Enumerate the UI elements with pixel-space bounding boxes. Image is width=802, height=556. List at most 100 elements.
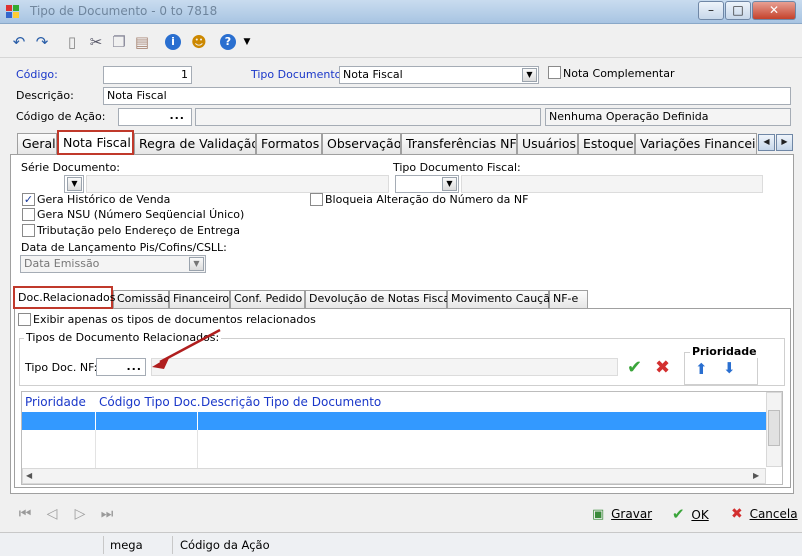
codigo-acao-description xyxy=(195,108,541,126)
tipo-doc-nf-lookup-button[interactable]: ... xyxy=(96,358,146,376)
chevron-down-icon[interactable]: ▼ xyxy=(442,177,457,191)
status-bar: mega Código da Ação xyxy=(0,532,802,556)
last-record-icon[interactable]: ⏭ xyxy=(100,506,114,522)
serie-documento-select[interactable]: ▼ xyxy=(64,175,84,193)
app-logo-icon xyxy=(6,5,20,19)
scroll-left-icon[interactable]: ◀ xyxy=(26,471,32,480)
remove-x-icon[interactable]: ✖ xyxy=(655,359,670,377)
annotation-arrow-icon xyxy=(152,328,221,369)
chevron-down-icon[interactable]: ▼ xyxy=(67,177,82,191)
status-user: mega xyxy=(110,538,143,552)
cancel-x-icon: ✖ xyxy=(731,506,743,522)
copy-icon[interactable]: ❐ xyxy=(110,33,128,51)
title-bar: Tipo de Documento - 0 to 7818 – □ ✕ xyxy=(0,0,802,24)
ok-check-icon: ✔ xyxy=(672,505,685,523)
help-dropdown-icon[interactable]: ▼ xyxy=(238,33,256,51)
prioridade-group-label: Prioridade xyxy=(690,345,759,358)
data-lancamento-value: Data Emissão xyxy=(24,257,100,270)
next-record-icon[interactable]: ▷ xyxy=(73,506,87,522)
first-record-icon[interactable]: ⏮ xyxy=(18,506,32,522)
gera-nsu-label: Gera NSU (Número Seqüencial Único) xyxy=(37,208,245,221)
exibir-apenas-checkbox[interactable] xyxy=(18,313,31,326)
save-icon: ▣ xyxy=(592,507,605,522)
cancela-button[interactable]: ✖ Cancela xyxy=(731,503,798,525)
codigo-field[interactable]: 1 xyxy=(103,66,192,84)
tab-geral[interactable]: Geral xyxy=(17,133,57,154)
tipo-documento-select[interactable]: Nota Fiscal ▼ xyxy=(339,66,539,84)
column-codigo-tipo-doc[interactable]: Código Tipo Doc. xyxy=(99,395,201,409)
column-prioridade[interactable]: Prioridade xyxy=(25,395,86,409)
descricao-label: Descrição: xyxy=(16,89,74,102)
vertical-scrollbar[interactable] xyxy=(766,392,782,467)
descricao-field[interactable]: Nota Fiscal xyxy=(103,87,791,105)
nota-complementar-label: Nota Complementar xyxy=(563,67,675,80)
toolbar: ↶ ↷ ▯ ✂ ❐ ▤ i ☻ ? ▼ xyxy=(0,25,802,56)
column-descricao-tipo-doc[interactable]: Descrição Tipo de Documento xyxy=(201,395,381,409)
gera-nsu-checkbox[interactable] xyxy=(22,208,35,221)
tributacao-label: Tributação pelo Endereço de Entrega xyxy=(37,224,240,237)
close-window-button[interactable]: ✕ xyxy=(752,1,796,20)
arrow-up-icon[interactable]: ⬆ xyxy=(695,362,708,377)
tab-variacoes-financeiras[interactable]: Variações Financeiras xyxy=(635,133,757,154)
codigo-acao-lookup-button[interactable]: ... xyxy=(118,108,192,126)
bloqueia-alteracao-checkbox[interactable] xyxy=(310,193,323,206)
subtab-conf-pedido[interactable]: Conf. Pedido xyxy=(230,290,305,308)
window-title: Tipo de Documento - 0 to 7818 xyxy=(30,4,218,18)
maximize-button[interactable]: □ xyxy=(725,1,751,20)
ok-button[interactable]: ✔ OK xyxy=(672,503,712,525)
tab-estoque[interactable]: Estoque xyxy=(578,133,635,154)
tipo-documento-fiscal-select[interactable]: ▼ xyxy=(395,175,459,193)
chevron-down-icon[interactable]: ▼ xyxy=(189,257,204,271)
tipo-doc-nf-label: Tipo Doc. NF: xyxy=(25,361,98,374)
subtab-financeiro[interactable]: Financeiro xyxy=(169,290,230,308)
confirm-check-icon[interactable]: ✔ xyxy=(627,359,642,377)
serie-documento-label: Série Documento: xyxy=(21,161,121,174)
scrollbar-thumb[interactable] xyxy=(768,410,780,446)
user-icon[interactable]: ☻ xyxy=(190,33,208,51)
tributacao-checkbox[interactable] xyxy=(22,224,35,237)
chevron-down-icon[interactable]: ▼ xyxy=(522,68,537,82)
data-lancamento-label: Data de Lançamento Pis/Cofins/CSLL: xyxy=(21,241,227,254)
cancela-label: Cancela xyxy=(749,507,798,521)
tab-transferencias-nf[interactable]: Transferências NF xyxy=(401,133,517,154)
subtab-movimento-caucao[interactable]: Movimento Caução xyxy=(447,290,557,308)
redo-icon[interactable]: ↷ xyxy=(33,33,51,51)
new-document-icon[interactable]: ▯ xyxy=(63,33,81,51)
cut-icon[interactable]: ✂ xyxy=(87,33,105,51)
horizontal-scrollbar[interactable]: ◀ ▶ xyxy=(22,468,766,484)
subtab-doc-relacionados[interactable]: Doc.Relacionados xyxy=(13,286,115,309)
column-divider xyxy=(197,430,198,468)
paste-icon[interactable]: ▤ xyxy=(133,33,151,51)
table-row[interactable] xyxy=(22,412,766,430)
subtab-comissao[interactable]: Comissão xyxy=(113,290,170,308)
help-icon[interactable]: ? xyxy=(220,34,236,50)
subtab-nfe[interactable]: NF-e xyxy=(549,290,588,308)
tab-scroll-right-icon[interactable]: ▶ xyxy=(776,134,793,151)
data-lancamento-select[interactable]: Data Emissão ▼ xyxy=(20,255,206,273)
divider xyxy=(0,57,802,58)
nota-complementar-checkbox[interactable] xyxy=(548,66,561,79)
gera-historico-label: Gera Histórico de Venda xyxy=(37,193,171,206)
serie-documento-description xyxy=(86,175,389,193)
tab-nota-fiscal[interactable]: Nota Fiscal xyxy=(57,130,134,155)
codigo-acao-label: Código de Ação: xyxy=(16,110,106,123)
subtab-devolucao[interactable]: Devolução de Notas Fiscais xyxy=(305,290,459,308)
scroll-right-icon[interactable]: ▶ xyxy=(753,471,759,480)
minimize-button[interactable]: – xyxy=(698,1,724,20)
gravar-button[interactable]: ▣ Gravar xyxy=(592,503,652,525)
tab-observacao[interactable]: Observação xyxy=(322,133,401,154)
tab-formatos[interactable]: Formatos xyxy=(256,133,322,154)
info-icon[interactable]: i xyxy=(165,34,181,50)
arrow-down-icon[interactable]: ⬇ xyxy=(723,361,736,376)
tab-regra-validacao[interactable]: Regra de Validação xyxy=(134,133,256,154)
gera-historico-checkbox[interactable]: ✓ xyxy=(22,193,35,206)
tipo-documento-value: Nota Fiscal xyxy=(343,68,403,81)
codigo-label: Código: xyxy=(16,68,58,81)
tab-usuarios[interactable]: Usuários xyxy=(517,133,578,154)
column-divider xyxy=(95,430,96,468)
bloqueia-alteracao-label: Bloqueia Alteração do Número da NF xyxy=(325,193,529,206)
operacao-field: Nenhuma Operação Definida xyxy=(545,108,791,126)
tab-scroll-left-icon[interactable]: ◀ xyxy=(758,134,775,151)
previous-record-icon[interactable]: ◁ xyxy=(45,506,59,522)
undo-icon[interactable]: ↶ xyxy=(10,33,28,51)
